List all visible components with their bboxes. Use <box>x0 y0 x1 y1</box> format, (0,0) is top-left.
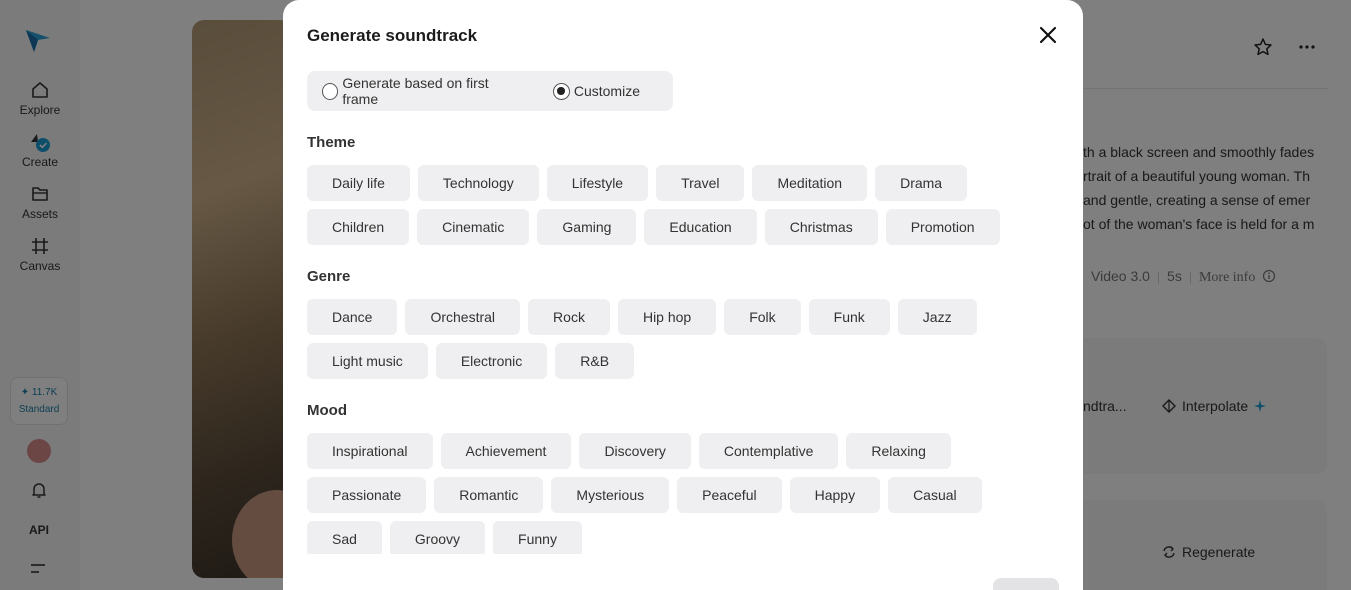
theme-chip[interactable]: Gaming <box>537 209 637 245</box>
theme-chip[interactable]: Drama <box>875 165 968 201</box>
genre-chip[interactable]: Funk <box>808 299 890 335</box>
mood-chip[interactable]: Contemplative <box>698 433 839 469</box>
radio-customize[interactable]: Customize <box>552 82 640 100</box>
genre-chips-row: Light music Electronic R&B <box>307 343 635 379</box>
theme-chips-row: Daily life Technology Lifestyle Travel M… <box>307 165 968 201</box>
radio-label: Generate based on first frame <box>342 75 489 107</box>
mood-chip[interactable]: Achievement <box>440 433 572 469</box>
radio-button[interactable] <box>322 82 339 100</box>
theme-chip[interactable]: Meditation <box>752 165 868 201</box>
mood-chip[interactable]: Groovy <box>389 521 486 554</box>
theme-chip[interactable]: Daily life <box>307 165 410 201</box>
mood-chip[interactable]: Happy <box>789 477 881 513</box>
mood-chip[interactable]: Romantic <box>434 477 544 513</box>
mood-chip[interactable]: Mysterious <box>551 477 670 513</box>
mood-chips-row: Sad Groovy Funny <box>307 521 582 554</box>
genre-chip[interactable]: Dance <box>307 299 398 335</box>
mood-chip[interactable]: Casual <box>888 477 982 513</box>
radio-first-frame[interactable]: Generate based on first frame <box>322 75 520 107</box>
theme-heading: Theme <box>307 134 356 151</box>
radio-label: Customize <box>573 83 640 99</box>
dialog-title: Generate soundtrack <box>307 26 478 45</box>
theme-chip[interactable]: Travel <box>656 165 745 201</box>
mood-chip[interactable]: Funny <box>493 521 582 554</box>
mood-heading: Mood <box>307 402 347 419</box>
mood-chip[interactable]: Peaceful <box>677 477 782 513</box>
genre-chip[interactable]: Light music <box>307 343 428 379</box>
mode-radio-group: Generate based on first frame Customize <box>307 71 673 111</box>
mood-chip[interactable]: Passionate <box>307 477 427 513</box>
theme-chip[interactable]: Christmas <box>764 209 878 245</box>
generate-soundtrack-dialog: Generate soundtrack Generate based on fi… <box>283 0 1083 590</box>
genre-chip[interactable]: Folk <box>724 299 801 335</box>
genre-chip[interactable]: R&B <box>555 343 635 379</box>
genre-chip[interactable]: Electronic <box>435 343 548 379</box>
mood-chip[interactable]: Relaxing <box>846 433 951 469</box>
genre-chips-row: Dance Orchestral Rock Hip hop Folk Funk … <box>307 299 977 335</box>
mood-chips-row: Inspirational Achievement Discovery Cont… <box>307 433 951 469</box>
theme-chips-row: Children Cinematic Gaming Education Chri… <box>307 209 1000 245</box>
genre-heading: Genre <box>307 268 351 285</box>
mood-chips-row: Passionate Romantic Mysterious Peaceful … <box>307 477 982 513</box>
genre-chip[interactable]: Orchestral <box>405 299 521 335</box>
theme-chip[interactable]: Technology <box>417 165 539 201</box>
theme-chip[interactable]: Promotion <box>885 209 1000 245</box>
mood-chip[interactable]: Inspirational <box>307 433 433 469</box>
genre-chip[interactable]: Rock <box>528 299 610 335</box>
theme-chip[interactable]: Children <box>307 209 410 245</box>
theme-chip[interactable]: Education <box>644 209 757 245</box>
theme-chip[interactable]: Cinematic <box>417 209 530 245</box>
genre-chip[interactable]: Hip hop <box>617 299 717 335</box>
confirm-button[interactable] <box>993 578 1059 590</box>
close-icon[interactable] <box>1035 22 1061 48</box>
mood-chip[interactable]: Sad <box>307 521 382 554</box>
radio-button-checked[interactable] <box>552 82 570 100</box>
genre-chip[interactable]: Jazz <box>897 299 977 335</box>
mood-chip[interactable]: Discovery <box>579 433 691 469</box>
theme-chip[interactable]: Lifestyle <box>546 165 649 201</box>
